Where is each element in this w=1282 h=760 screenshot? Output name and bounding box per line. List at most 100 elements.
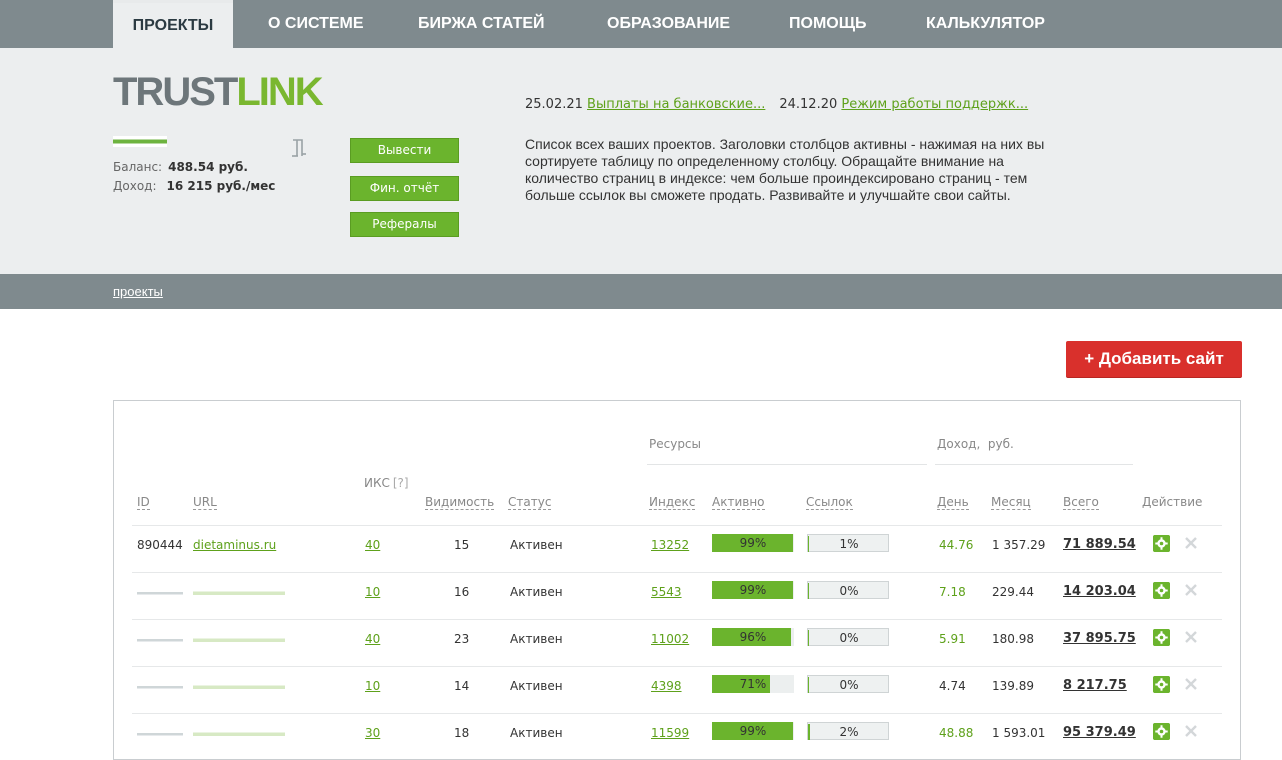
row-ikc-link[interactable]: 10 [365, 679, 380, 693]
links-progress-label: 0% [839, 631, 859, 645]
active-progress-label: 96% [739, 630, 767, 644]
nav-tab-article-exchange[interactable]: БИРЖА СТАТЕЙ [418, 0, 545, 48]
logo-trust-text: TRUST [113, 70, 238, 114]
col-header-status[interactable]: Статус [508, 495, 552, 510]
row-income-total-link[interactable]: 71 889.54 [1063, 537, 1136, 552]
news-date: 25.02.21 [525, 97, 583, 112]
logout-icon[interactable] [290, 138, 308, 158]
financial-report-button[interactable]: Фин. отчёт [350, 176, 459, 201]
delete-x-icon[interactable] [1184, 583, 1198, 597]
col-header-id[interactable]: ID [137, 495, 150, 510]
row-ikc-link[interactable]: 40 [365, 538, 380, 552]
row-ikc-link[interactable]: 30 [365, 726, 380, 740]
add-site-button[interactable]: + Добавить сайт [1066, 341, 1242, 377]
nav-tab-help[interactable]: ПОМОЩЬ [789, 0, 867, 48]
row-ikc-link[interactable]: 10 [365, 585, 380, 599]
row-status: Активен [510, 585, 563, 599]
delete-x-icon[interactable] [1184, 724, 1198, 738]
col-header-month[interactable]: Месяц [991, 495, 1031, 510]
ikc-help-icon[interactable]: [?] [393, 476, 409, 490]
row-status: Активен [510, 632, 563, 646]
active-progress-bar: 99% [712, 722, 794, 740]
links-progress-label: 0% [839, 584, 859, 598]
withdraw-button[interactable]: Вывести [350, 138, 459, 163]
col-header-total[interactable]: Всего [1063, 495, 1099, 510]
col-header-visibility[interactable]: Видимость [425, 495, 495, 510]
income-line: Доход: 16 215 руб./мес [113, 179, 275, 193]
settings-gear-icon[interactable] [1153, 676, 1170, 693]
row-id: 890444 [137, 538, 183, 552]
ikc-label: ИКС [364, 476, 390, 490]
trustlink-logo[interactable]: TRUSTLINK [113, 70, 324, 114]
row-income-day: 7.18 [939, 585, 966, 599]
masked-url[interactable] [193, 731, 285, 739]
projects-table-panel [113, 400, 1241, 760]
col-header-active[interactable]: Активно [712, 495, 765, 510]
news-link[interactable]: Выплаты на банковские... [587, 97, 765, 112]
links-progress-bar: 0% [807, 581, 889, 599]
nav-tab-calculator[interactable]: КАЛЬКУЛЯТОР [926, 0, 1045, 48]
links-progress-label: 0% [839, 678, 859, 692]
row-index-link[interactable]: 11002 [651, 632, 689, 646]
row-income-month: 180.98 [992, 632, 1034, 646]
row-income-total-link[interactable]: 95 379.49 [1063, 725, 1136, 740]
row-income-total-link[interactable]: 14 203.04 [1063, 584, 1136, 599]
active-progress-bar: 71% [712, 675, 794, 693]
row-index-link[interactable]: 5543 [651, 585, 682, 599]
masked-url[interactable] [193, 684, 285, 692]
row-ikc-link[interactable]: 40 [365, 632, 380, 646]
username-redacted[interactable] [113, 136, 167, 147]
balance-value: 488.54 руб. [168, 160, 248, 174]
nav-tab-projects[interactable]: ПРОЕКТЫ [113, 0, 233, 48]
ikc-header[interactable]: ИКС [?] [364, 476, 409, 490]
row-income-month: 139.89 [992, 679, 1034, 693]
row-divider [132, 572, 1222, 573]
row-visibility: 15 [454, 538, 470, 552]
active-progress-label: 71% [739, 677, 767, 691]
row-divider [132, 713, 1222, 714]
news-link[interactable]: Режим работы поддержк... [841, 97, 1028, 112]
breadcrumb-projects-link[interactable]: проекты [113, 284, 163, 299]
links-progress-bar: 0% [807, 675, 889, 693]
row-index-link[interactable]: 4398 [651, 679, 682, 693]
delete-x-icon[interactable] [1184, 630, 1198, 644]
income-label: Доход: [113, 179, 157, 193]
col-header-url[interactable]: URL [193, 495, 217, 510]
masked-url[interactable] [193, 637, 285, 645]
referrals-button[interactable]: Рефералы [350, 212, 459, 237]
settings-gear-icon[interactable] [1153, 535, 1170, 552]
links-progress-bar: 2% [807, 722, 889, 740]
col-header-day[interactable]: День [937, 495, 969, 510]
nav-tab-education[interactable]: ОБРАЗОВАНИЕ [607, 0, 730, 48]
delete-x-icon[interactable] [1184, 677, 1198, 691]
row-income-month: 229.44 [992, 585, 1034, 599]
settings-gear-icon[interactable] [1153, 723, 1170, 740]
row-divider [132, 666, 1222, 667]
masked-id [137, 731, 183, 739]
row-income-total-link[interactable]: 37 895.75 [1063, 631, 1136, 646]
row-url-link[interactable]: dietaminus.ru [193, 538, 276, 552]
row-status: Активен [510, 679, 563, 693]
page-description: Список всех ваших проектов. Заголовки ст… [525, 136, 1045, 203]
breadcrumb-bar: проекты [0, 274, 1282, 309]
settings-gear-icon[interactable] [1153, 582, 1170, 599]
nav-tab-about[interactable]: О СИСТЕМЕ [268, 0, 364, 48]
masked-url[interactable] [193, 590, 285, 598]
row-index-link[interactable]: 13252 [651, 538, 689, 552]
row-income-total-link[interactable]: 8 217.75 [1063, 678, 1127, 693]
links-progress-bar: 1% [807, 534, 889, 552]
row-income-day: 4.74 [939, 679, 966, 693]
news-ticker: 25.02.21 Выплаты на банковские... 24.12.2… [525, 97, 1028, 112]
group-divider [935, 464, 1133, 465]
col-header-action: Действие [1142, 495, 1203, 509]
row-visibility: 18 [454, 726, 470, 740]
active-progress-bar: 99% [712, 581, 794, 599]
row-index-link[interactable]: 11599 [651, 726, 689, 740]
balance-label: Баланс: [113, 160, 163, 174]
row-income-day: 5.91 [939, 632, 966, 646]
settings-gear-icon[interactable] [1153, 629, 1170, 646]
col-header-index[interactable]: Индекс [649, 495, 696, 510]
col-header-links[interactable]: Ссылок [806, 495, 853, 510]
delete-x-icon[interactable] [1184, 536, 1198, 550]
masked-id [137, 590, 183, 598]
